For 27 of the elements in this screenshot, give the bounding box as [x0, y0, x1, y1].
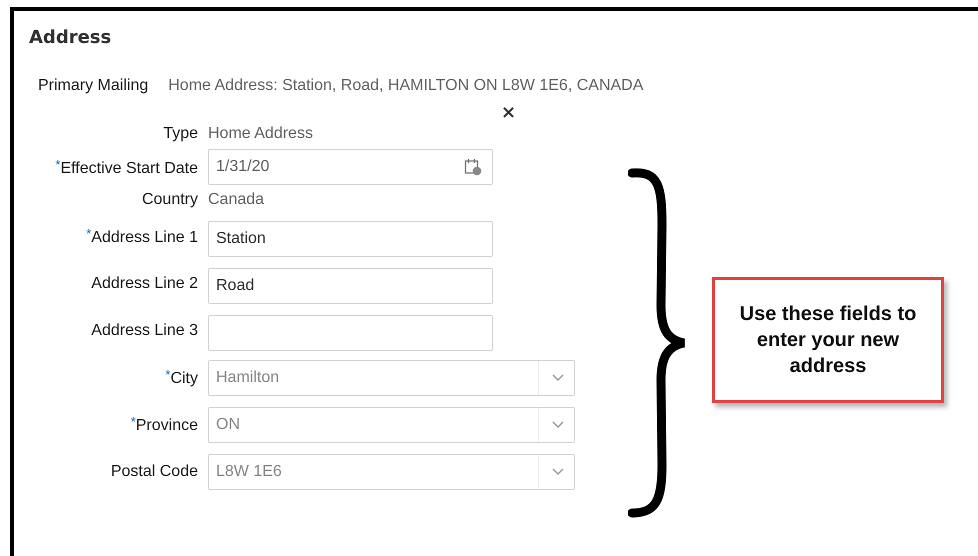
section-title: Address [28, 26, 112, 45]
callout-text: Use these fields to enter your new address [738, 302, 918, 379]
date-field[interactable]: 1/31/20 [208, 149, 493, 185]
input-field[interactable]: Station [208, 220, 493, 256]
field-label: Address Line 3 [90, 322, 198, 340]
field-value: Home Address [208, 125, 313, 143]
input-field[interactable] [208, 314, 493, 350]
field-label: Primary Mailing [38, 77, 148, 95]
calendar-icon[interactable] [464, 158, 482, 176]
field-label: Address Line 2 [90, 274, 198, 292]
chevron-down-icon [552, 468, 564, 476]
close-button[interactable]: × [501, 104, 516, 122]
chevron-down-icon [552, 374, 564, 382]
field-label: Country [140, 191, 198, 209]
dropdown-field[interactable]: ON [208, 406, 575, 442]
chevron-down-icon [552, 420, 564, 428]
field-label: $^{*}$Effective Start Date [54, 156, 198, 178]
input-field[interactable]: Road [208, 268, 493, 304]
field-value: Canada [208, 191, 264, 209]
field-label: Type [162, 125, 198, 143]
field-label: $^{*}$Province [130, 414, 198, 435]
field-label: Postal Code [110, 462, 198, 480]
field-label: $^{*}$Address Line 1 [85, 226, 198, 247]
dropdown-field[interactable]: Hamilton [208, 360, 575, 396]
field-label: $^{*}$City [164, 367, 198, 388]
dropdown-field[interactable]: L8W 1E6 [208, 454, 575, 490]
field-value: Home Address: Station, Road, HAMILTON ON L8W 1E6, CANADA [168, 77, 644, 95]
